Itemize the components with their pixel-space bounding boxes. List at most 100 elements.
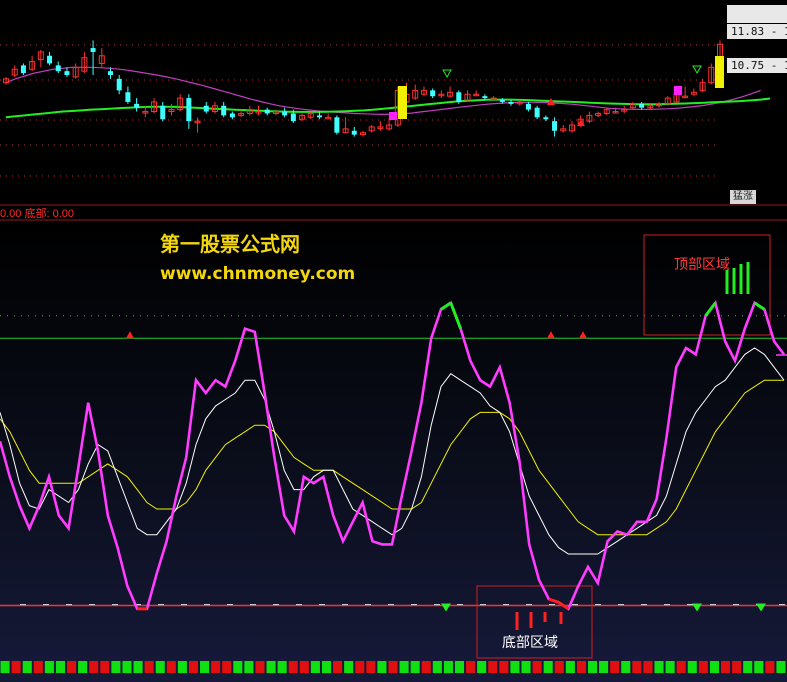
signal-cell (532, 661, 542, 673)
signal-cell (765, 661, 775, 673)
signal-cell (78, 661, 88, 673)
signal-cell (709, 661, 719, 673)
signal-cell (576, 661, 586, 673)
candle-body-down (525, 103, 531, 110)
signal-cell (643, 661, 653, 673)
candle-body-down (107, 71, 113, 75)
signal-cell (333, 661, 343, 673)
signal-cell (698, 661, 708, 673)
signal-cell (676, 661, 686, 673)
signal-cell (399, 661, 409, 673)
indicator-bottom-value: 底部: 0.00 (24, 208, 75, 220)
signal-cell (321, 661, 332, 673)
signal-cell (565, 661, 575, 673)
signal-cell (754, 661, 764, 673)
surge-badge: 猛涨 (730, 190, 756, 204)
signal-cell (288, 661, 298, 673)
signal-cell (366, 661, 376, 673)
down-triangle-icon (441, 603, 451, 612)
signal-cell (0, 661, 10, 673)
signal-cell (166, 661, 176, 673)
candle-body-down (186, 98, 192, 122)
main-line-top-segment (449, 302, 463, 330)
candle-body-down (203, 105, 209, 112)
signal-cell (477, 661, 487, 673)
signal-cell (499, 661, 509, 673)
signal-cell (244, 661, 254, 673)
candle-body-down (264, 109, 270, 114)
candle-body-down (282, 111, 288, 116)
watermark-site-name: 第一股票公式网 (160, 232, 300, 256)
main-line-top-segment (753, 301, 766, 311)
candle-body-down (90, 48, 96, 52)
signal-cell (599, 661, 609, 673)
signal-cell (55, 661, 66, 673)
signal-cell (188, 661, 199, 673)
signal-cell (177, 661, 187, 673)
signal-cell (211, 661, 221, 673)
candle-body-down (351, 130, 357, 135)
signal-cell (466, 661, 476, 673)
up-triangle-icon (579, 331, 587, 339)
main-line-top-segment (440, 301, 452, 311)
signal-cell (554, 661, 564, 673)
signal-cell (133, 661, 143, 673)
candle-body-down (64, 71, 70, 75)
signal-cell (11, 661, 21, 673)
candle-body-down (134, 103, 140, 108)
candle-body-down (508, 101, 514, 104)
price-box-low: 10.75 - 11.3 (727, 58, 787, 73)
indicator-left-value: 0.00 (0, 208, 22, 220)
candle-body-down (552, 121, 558, 131)
signal-cell (89, 661, 99, 673)
signal-cell (144, 661, 154, 673)
signal-cell (155, 661, 165, 673)
signal-cell (654, 661, 664, 673)
signal-cell (421, 661, 431, 673)
watermark-site-url: www.chnmoney.com (160, 264, 356, 284)
signal-cell (33, 661, 43, 673)
top-zone-box (643, 234, 771, 336)
up-triangle-icon (126, 331, 134, 339)
signal-cell (488, 661, 498, 673)
signal-cell (200, 661, 210, 673)
down-arrow-icon (692, 65, 702, 75)
fast-line (0, 347, 785, 555)
candle-body-down (229, 113, 235, 118)
signal-cell (743, 661, 753, 673)
signal-cell (100, 661, 110, 673)
signal-cell (233, 661, 243, 673)
candle-body-down (221, 105, 227, 116)
candle-body-down (534, 107, 540, 118)
price-box-high: 11.83 - 12 (727, 24, 787, 39)
bottom-zone-label: 底部区域 (502, 635, 558, 651)
signal-cell (255, 661, 265, 673)
candle-body-down (543, 117, 549, 120)
signal-cell (443, 661, 453, 673)
signal-cell (687, 661, 697, 673)
candle-body-down (334, 117, 340, 133)
signal-cell (299, 661, 309, 673)
candle-body-down (125, 92, 131, 102)
candle-body-down (316, 115, 322, 118)
signal-cell (122, 661, 132, 673)
signal-cell (720, 661, 731, 673)
signal-cell (44, 661, 54, 673)
signal-cell (22, 661, 32, 673)
candle-body-down (20, 65, 26, 74)
candle-body-down (430, 90, 436, 97)
signal-cell (587, 661, 598, 673)
main-line-top-segment (704, 301, 717, 317)
signal-cell (521, 661, 531, 673)
signal-cell (388, 661, 398, 673)
down-triangle-icon (756, 603, 766, 612)
signal-cell (222, 661, 232, 673)
price-box-top (727, 5, 787, 23)
candle-body-down (55, 65, 61, 72)
candle-body-down (482, 96, 488, 99)
signal-cell (510, 661, 520, 673)
signal-square-magenta (674, 86, 682, 95)
candle-body-down (160, 105, 166, 120)
candle-body-down (639, 103, 645, 108)
signal-cell (266, 661, 276, 673)
